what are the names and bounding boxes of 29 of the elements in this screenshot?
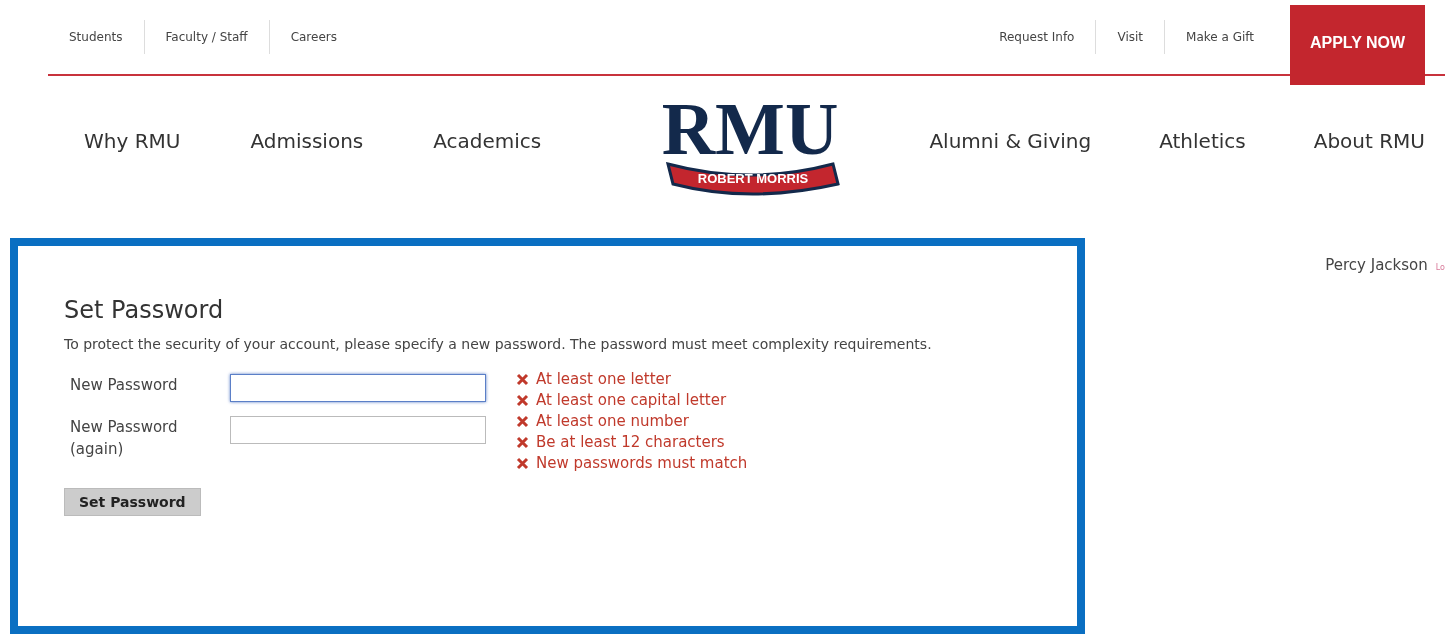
logo-drawing[interactable]: RMU ROBERT MORRIS xyxy=(642,86,858,196)
nav-link[interactable]: Alumni & Giving xyxy=(929,129,1092,153)
user-name: Percy Jackson xyxy=(1325,256,1428,274)
utility-link[interactable]: Careers xyxy=(268,20,358,54)
field-label: New Password (again) xyxy=(69,417,179,460)
nav-link[interactable]: Academics xyxy=(433,129,542,153)
nav-link[interactable]: Why RMU xyxy=(84,129,181,153)
form-title: Set Password xyxy=(64,296,225,324)
form-description: To protect the security of your account, please specify a new password. The password must meet complexity requirements. xyxy=(64,336,933,352)
utility-link[interactable]: Request Info xyxy=(978,20,1096,54)
requirement-text: At least one number xyxy=(536,412,689,430)
field-label: New Password xyxy=(69,375,179,396)
utility-link[interactable]: Faculty / Staff xyxy=(143,20,269,54)
requirement-text: Be at least 12 characters xyxy=(536,433,725,451)
password-field[interactable] xyxy=(230,374,486,402)
utility-link[interactable]: Make a Gift xyxy=(1164,20,1275,54)
apply-now-button[interactable]: APPLY NOW xyxy=(1290,5,1425,85)
requirement-text: At least one letter xyxy=(536,370,671,388)
utility-link[interactable]: Visit xyxy=(1095,20,1165,54)
set-password-button[interactable]: Set Password xyxy=(64,488,201,516)
password-field[interactable] xyxy=(230,416,486,444)
requirement-text: New passwords must match xyxy=(536,454,748,472)
nav-link[interactable]: About RMU xyxy=(1313,129,1425,153)
logo-wordmark: RMU xyxy=(661,88,839,170)
requirement-text: At least one capital letter xyxy=(536,391,727,409)
logo-banner-text: ROBERT MORRIS xyxy=(697,171,809,186)
utility-link[interactable]: Students xyxy=(48,20,144,54)
nav-link[interactable]: Admissions xyxy=(250,129,364,153)
nav-link[interactable]: Athletics xyxy=(1159,129,1246,153)
